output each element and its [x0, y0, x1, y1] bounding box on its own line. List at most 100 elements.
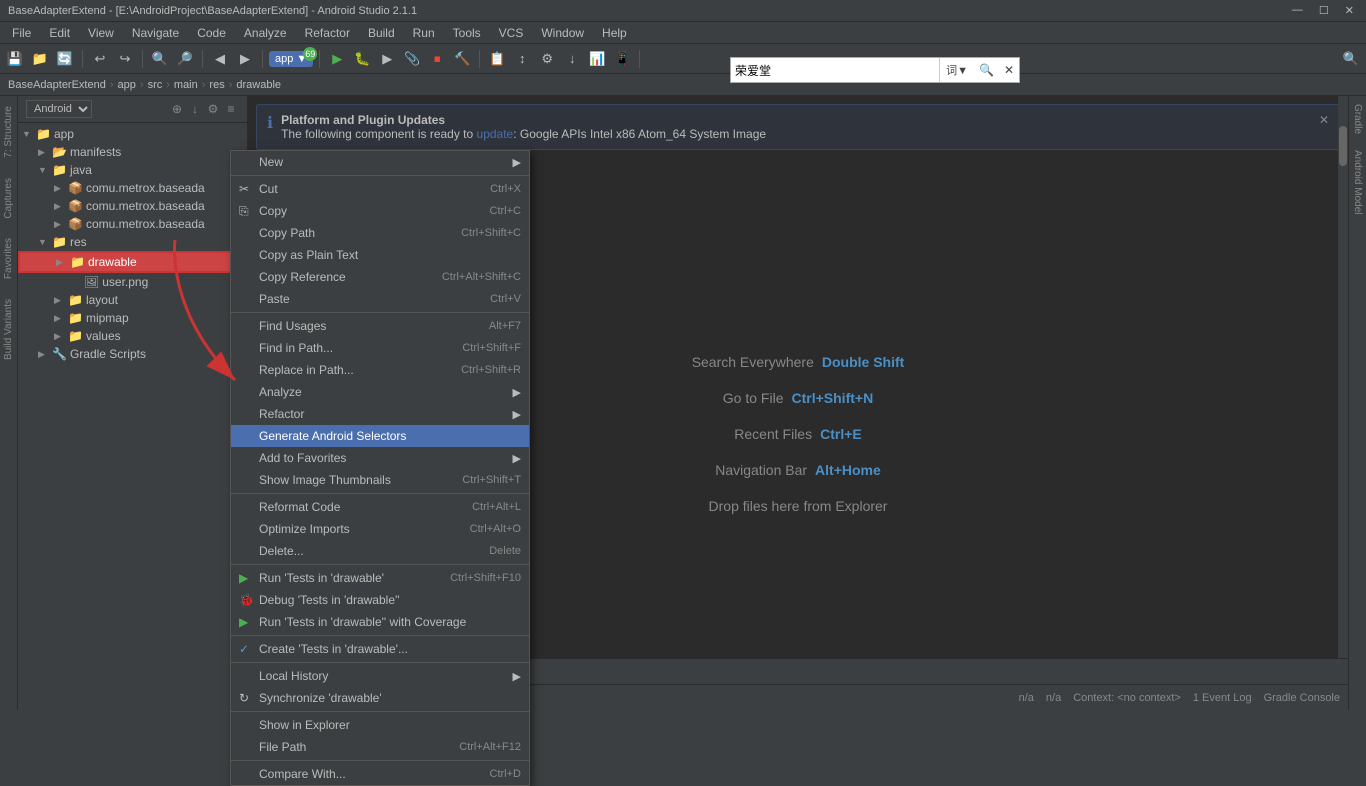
toolbar-save[interactable]: 💾 [4, 48, 26, 70]
ctx-generate-selectors[interactable]: Generate Android Selectors [231, 425, 529, 447]
tree-item-drawable[interactable]: ▶ 📁 drawable [18, 251, 247, 273]
toolbar-redo[interactable]: ↪ [114, 48, 136, 70]
tree-item-mipmap[interactable]: ▶ 📁 mipmap [18, 309, 247, 327]
ctx-delete[interactable]: Delete... Delete [231, 540, 529, 562]
menu-analyze[interactable]: Analyze [236, 24, 295, 42]
ctx-replace-in-path[interactable]: Replace in Path... Ctrl+Shift+R [231, 359, 529, 381]
toolbar-undo[interactable]: ↩ [89, 48, 111, 70]
toolbar-open[interactable]: 📁 [29, 48, 51, 70]
notification-link[interactable]: update [477, 127, 514, 141]
tree-item-app[interactable]: ▼ 📁 app [18, 125, 247, 143]
content-scrollbar[interactable] [1338, 96, 1348, 710]
ctx-reformat[interactable]: Reformat Code Ctrl+Alt+L [231, 496, 529, 518]
breadcrumb-drawable[interactable]: drawable [236, 79, 281, 91]
breadcrumb-app[interactable]: app [118, 79, 136, 91]
ctx-copy-ref[interactable]: Copy Reference Ctrl+Alt+Shift+C [231, 266, 529, 288]
ctx-new[interactable]: New ▶ [231, 151, 529, 173]
tree-item-layout[interactable]: ▶ 📁 layout [18, 291, 247, 309]
search-bar-top[interactable]: 词▼ 🔍 ✕ [730, 57, 1020, 83]
ctx-add-favorites[interactable]: Add to Favorites ▶ [231, 447, 529, 469]
ctx-show-thumbnails[interactable]: Show Image Thumbnails Ctrl+Shift+T [231, 469, 529, 491]
toolbar-extra-3[interactable]: ⚙ [536, 48, 558, 70]
menu-code[interactable]: Code [189, 24, 234, 42]
menu-run[interactable]: Run [405, 24, 443, 42]
ctx-run-coverage[interactable]: ▶ Run 'Tests in 'drawable'' with Coverag… [231, 611, 529, 633]
tree-item-pkg1[interactable]: ▶ 📦 comu.metrox.baseada [18, 179, 247, 197]
search-close-btn[interactable]: ✕ [999, 58, 1019, 82]
status-gradle-console[interactable]: Gradle Console [1264, 692, 1340, 704]
toolbar-search-global[interactable]: 🔍 [1340, 48, 1362, 70]
tree-item-pkg2[interactable]: ▶ 📦 comu.metrox.baseada [18, 197, 247, 215]
ctx-paste[interactable]: Paste Ctrl+V [231, 288, 529, 310]
sidebar-settings-btn[interactable]: ⚙ [205, 101, 221, 117]
menu-vcs[interactable]: VCS [491, 24, 532, 42]
menu-build[interactable]: Build [360, 24, 403, 42]
breadcrumb-root[interactable]: BaseAdapterExtend [8, 79, 106, 91]
toolbar-extra-5[interactable]: 📊 [586, 48, 608, 70]
toolbar-extra-2[interactable]: ↕ [511, 48, 533, 70]
ctx-optimize-imports[interactable]: Optimize Imports Ctrl+Alt+O [231, 518, 529, 540]
build-variants-strip[interactable]: Build Variants [3, 289, 14, 370]
android-model-strip-label[interactable]: Android Model [1352, 142, 1363, 222]
toolbar-sync[interactable]: 🔄 [54, 48, 76, 70]
menu-file[interactable]: File [4, 24, 39, 42]
toolbar-extra-6[interactable]: 📱 [611, 48, 633, 70]
breadcrumb-src[interactable]: src [148, 79, 163, 91]
tree-item-userpng[interactable]: ▶ 🖼 user.png [18, 273, 247, 291]
toolbar-search-2[interactable]: 🔎 [174, 48, 196, 70]
toolbar-extra-1[interactable]: 📋 [486, 48, 508, 70]
run-config-btn[interactable]: app ▼ 69 [269, 51, 313, 67]
toolbar-stop[interactable]: ⏹ [426, 48, 448, 70]
tree-item-res[interactable]: ▼ 📁 res [18, 233, 247, 251]
breadcrumb-main[interactable]: main [174, 79, 198, 91]
structure-strip[interactable]: 7: Structure [3, 96, 14, 168]
ctx-debug-tests[interactable]: 🐞 Debug 'Tests in 'drawable'' [231, 589, 529, 611]
ctx-run-tests[interactable]: ▶ Run 'Tests in 'drawable' Ctrl+Shift+F1… [231, 567, 529, 589]
search-dropdown-btn[interactable]: 词▼ [939, 58, 974, 82]
menu-refactor[interactable]: Refactor [297, 24, 358, 42]
ctx-find-usages[interactable]: Find Usages Alt+F7 [231, 315, 529, 337]
tree-item-values[interactable]: ▶ 📁 values [18, 327, 247, 345]
toolbar-debug[interactable]: 🐛 [351, 48, 373, 70]
ctx-copy[interactable]: ⎘ Copy Ctrl+C [231, 200, 529, 222]
toolbar-coverage[interactable]: ▶ [376, 48, 398, 70]
ctx-cut[interactable]: ✂ Cut Ctrl+X [231, 178, 529, 200]
search-icon-1[interactable]: 🔍 [974, 58, 999, 82]
tree-item-manifests[interactable]: ▶ 📂 manifests [18, 143, 247, 161]
ctx-copy-path[interactable]: Copy Path Ctrl+Shift+C [231, 222, 529, 244]
menu-tools[interactable]: Tools [445, 24, 489, 42]
toolbar-search-1[interactable]: 🔍 [149, 48, 171, 70]
toolbar-attach[interactable]: 📎 [401, 48, 423, 70]
ctx-refactor[interactable]: Refactor ▶ [231, 403, 529, 425]
ctx-analyze[interactable]: Analyze ▶ [231, 381, 529, 403]
menu-navigate[interactable]: Navigate [124, 24, 187, 42]
ctx-create-tests[interactable]: ✓ Create 'Tests in 'drawable'... [231, 638, 529, 660]
ctx-find-in-path[interactable]: Find in Path... Ctrl+Shift+F [231, 337, 529, 359]
maximize-button[interactable]: ☐ [1315, 4, 1333, 17]
toolbar-extra-4[interactable]: ↓ [561, 48, 583, 70]
android-view-select[interactable]: Android Project [26, 100, 92, 118]
search-input-top[interactable] [731, 63, 939, 77]
captures-strip[interactable]: Captures [3, 168, 14, 229]
sidebar-sync-btn[interactable]: ⊕ [169, 101, 185, 117]
minimize-button[interactable]: — [1288, 4, 1307, 17]
toolbar-nav-fwd[interactable]: ▶ [234, 48, 256, 70]
ctx-show-explorer[interactable]: Show in Explorer [231, 714, 529, 736]
ctx-compare-with[interactable]: Compare With... Ctrl+D [231, 763, 529, 785]
tree-item-gradle[interactable]: ▶ 🔧 Gradle Scripts [18, 345, 247, 363]
breadcrumb-res[interactable]: res [209, 79, 224, 91]
ctx-file-path[interactable]: File Path Ctrl+Alt+F12 [231, 736, 529, 758]
toolbar-run[interactable]: ▶ [326, 48, 348, 70]
sidebar-gear-btn[interactable]: ≡ [223, 101, 239, 117]
gradle-strip-label[interactable]: Gradle [1352, 96, 1363, 142]
menu-help[interactable]: Help [594, 24, 635, 42]
ctx-copy-plain[interactable]: Copy as Plain Text [231, 244, 529, 266]
notification-close-btn[interactable]: ✕ [1319, 113, 1329, 127]
status-event-log[interactable]: 1 Event Log [1193, 692, 1252, 704]
tree-item-java[interactable]: ▼ 📁 java [18, 161, 247, 179]
toolbar-rebuild[interactable]: 🔨 [451, 48, 473, 70]
menu-edit[interactable]: Edit [41, 24, 78, 42]
menu-view[interactable]: View [80, 24, 122, 42]
tree-item-pkg3[interactable]: ▶ 📦 comu.metrox.baseada [18, 215, 247, 233]
ctx-synchronize[interactable]: ↻ Synchronize 'drawable' [231, 687, 529, 709]
